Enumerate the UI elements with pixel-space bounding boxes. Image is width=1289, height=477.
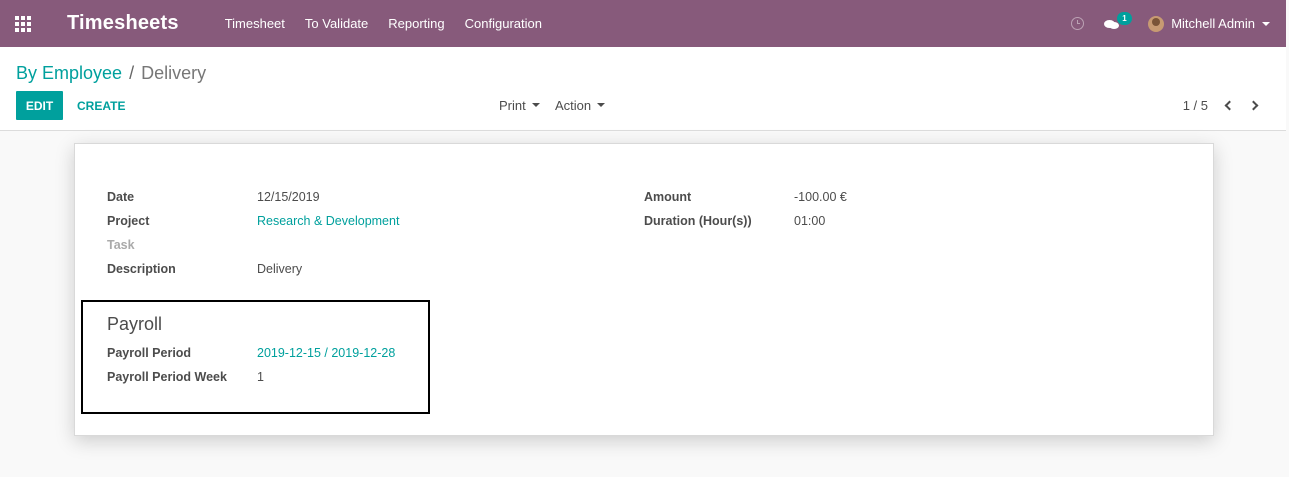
chevron-down-icon (1262, 21, 1270, 26)
duration-label: Duration (Hour(s)) (644, 214, 752, 228)
date-label: Date (107, 190, 135, 204)
app-title[interactable]: Timesheets (67, 12, 179, 35)
activity-clock-icon[interactable] (1071, 17, 1085, 30)
top-navbar: Timesheets Timesheet To Validate Reporti… (0, 0, 1286, 47)
pager-previous-button[interactable] (1221, 98, 1235, 112)
apps-menu-icon[interactable] (0, 0, 46, 47)
avatar (1148, 15, 1165, 32)
print-dropdown[interactable]: Print (499, 91, 540, 120)
project-label: Project (107, 214, 150, 228)
payroll-section-title: Payroll (107, 314, 163, 334)
chevron-right-icon (1248, 100, 1259, 110)
messaging-icon[interactable]: 1 (1104, 11, 1132, 30)
pager-value[interactable]: 1 / 5 (1183, 91, 1208, 120)
user-menu[interactable]: Mitchell Admin (1148, 15, 1270, 32)
payroll-period-link[interactable]: 2019-12-15 / 2019-12-28 (257, 346, 395, 360)
action-label: Action (555, 98, 592, 113)
amount-value: -100.00 € (794, 190, 847, 204)
breadcrumb: By Employee / Delivery (16, 63, 206, 84)
chevron-down-icon (597, 102, 606, 107)
main-menu: Timesheet To Validate Reporting Configur… (215, 0, 552, 47)
edit-button[interactable]: EDIT (16, 91, 63, 120)
menu-item-to-validate[interactable]: To Validate (295, 16, 378, 31)
amount-label: Amount (644, 190, 692, 204)
menu-item-reporting[interactable]: Reporting (378, 16, 454, 31)
payroll-period-week-value: 1 (257, 370, 264, 384)
project-link[interactable]: Research & Development (257, 214, 399, 228)
control-panel: By Employee / Delivery EDIT CREATE Print… (0, 47, 1286, 131)
breadcrumb-parent[interactable]: By Employee (16, 63, 122, 84)
navbar-systray: 1 Mitchell Admin (1071, 0, 1286, 47)
description-label: Description (107, 262, 176, 276)
user-name: Mitchell Admin (1171, 16, 1255, 31)
chevron-down-icon (531, 102, 540, 107)
menu-item-configuration[interactable]: Configuration (455, 16, 552, 31)
breadcrumb-separator: / (129, 63, 135, 83)
chevron-left-icon (1224, 100, 1235, 110)
task-label: Task (107, 238, 135, 252)
create-button[interactable]: CREATE (77, 91, 125, 120)
payroll-highlight-box: Payroll Payroll Period 2019-12-15 / 2019… (81, 300, 430, 414)
pager-next-button[interactable] (1248, 98, 1262, 112)
print-label: Print (499, 98, 526, 113)
payroll-period-week-label: Payroll Period Week (107, 370, 227, 384)
payroll-period-label: Payroll Period (107, 346, 192, 360)
action-dropdown[interactable]: Action (555, 91, 606, 120)
date-value: 12/15/2019 (257, 190, 320, 204)
breadcrumb-current: Delivery (141, 63, 207, 83)
duration-value: 01:00 (794, 214, 826, 228)
menu-item-timesheet[interactable]: Timesheet (215, 16, 295, 31)
description-value: Delivery (257, 262, 303, 276)
messaging-badge: 1 (1117, 11, 1132, 25)
